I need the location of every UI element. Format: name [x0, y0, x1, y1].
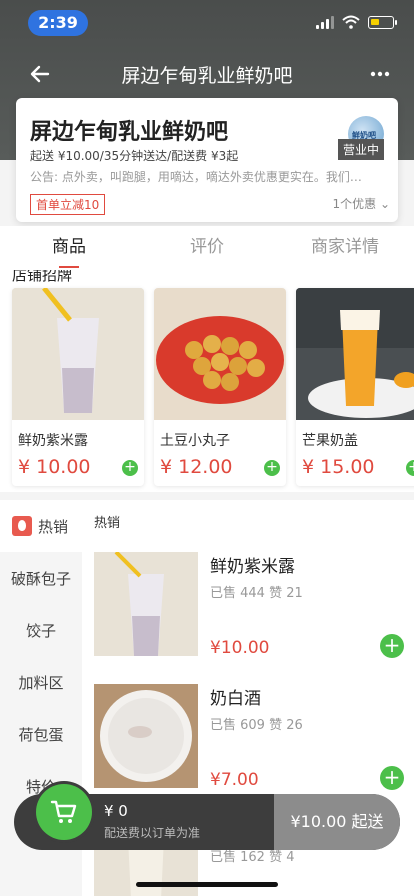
cart-button[interactable]: [36, 784, 92, 840]
signature-item-name: 鲜奶紫米露: [18, 433, 88, 449]
signal-icon: [316, 15, 334, 29]
menu-item-name: 鲜奶紫米露: [210, 557, 295, 577]
coupon-tag: 首单立减10: [30, 194, 106, 215]
dish-image-purple-rice-milk: [94, 552, 198, 656]
category-hot[interactable]: 热销: [0, 500, 82, 552]
open-status-badge: 营业中: [337, 139, 384, 160]
menu-section-label: 热销: [94, 516, 121, 531]
store-notice: 公告: 点外卖，叫跑腿，用嘀达，嘀达外卖优惠更实在。我们的...: [30, 170, 370, 184]
tab-reviews[interactable]: 评价: [138, 226, 276, 270]
signature-item-name: 芒果奶盖: [302, 433, 358, 449]
add-icon[interactable]: +: [406, 460, 414, 476]
fire-icon: [12, 516, 32, 536]
tab-products[interactable]: 商品: [0, 226, 138, 270]
delivery-info: 起送 ¥10.00/35分钟送达/配送费 ¥3起: [30, 149, 239, 163]
signature-list: 鲜奶紫米露 ¥ 10.00 + 土豆小丸子 ¥ 12.00 + 芒果奶盖 ¥ 1…: [12, 288, 414, 486]
checkout-button[interactable]: ¥10.00 起送: [274, 794, 400, 850]
category-item[interactable]: 荷包蛋: [0, 708, 82, 760]
menu-item-price: ¥10.00: [210, 638, 270, 658]
dish-image-mango-cheese-tea: [296, 288, 414, 420]
battery-icon: [368, 15, 397, 29]
cart-total: ¥ 0: [104, 802, 128, 820]
menu-item[interactable]: 奶白酒 已售 609 赞 26 ¥7.00 +: [94, 684, 404, 808]
add-icon[interactable]: +: [380, 634, 404, 658]
wifi-icon: [342, 15, 360, 29]
signature-item-price: ¥ 15.00: [302, 456, 375, 478]
menu-item-stats: 已售 609 赞 26: [210, 718, 303, 733]
signature-item-price: ¥ 12.00: [160, 456, 233, 478]
menu-item-price: ¥7.00: [210, 770, 259, 790]
status-time: 2:39: [28, 10, 88, 36]
dish-image-potato-balls: [154, 288, 286, 420]
category-item[interactable]: 饺子: [0, 604, 82, 656]
signature-item[interactable]: 土豆小丸子 ¥ 12.00 +: [154, 288, 286, 486]
offers-toggle[interactable]: 1个优惠 ⌄: [332, 195, 390, 212]
page-title: 屏边乍甸乳业鲜奶吧: [121, 64, 293, 87]
menu-item[interactable]: 鲜奶紫米露 已售 444 赞 21 ¥10.00 +: [94, 552, 404, 676]
category-item[interactable]: 破酥包子: [0, 552, 82, 604]
signature-item[interactable]: 鲜奶紫米露 ¥ 10.00 +: [12, 288, 144, 486]
back-arrow-icon[interactable]: [28, 62, 52, 86]
menu-item-name: 奶白酒: [210, 689, 261, 709]
signature-item-name: 土豆小丸子: [160, 433, 230, 449]
signature-item-price: ¥ 10.00: [18, 456, 91, 478]
tab-store-details[interactable]: 商家详情: [276, 226, 414, 270]
store-name: 屏边乍甸乳业鲜奶吧: [30, 120, 229, 145]
status-icons: [316, 15, 397, 29]
dish-image-purple-rice-milk: [12, 288, 144, 420]
add-icon[interactable]: +: [122, 460, 138, 476]
nav-bar: 屏边乍甸乳业鲜奶吧: [0, 52, 414, 96]
dish-image-rice-wine: [94, 684, 198, 788]
store-tabs: 商品 评价 商家详情: [0, 226, 414, 270]
add-icon[interactable]: +: [264, 460, 280, 476]
store-info-card[interactable]: 屏边乍甸乳业鲜奶吧 起送 ¥10.00/35分钟送达/配送费 ¥3起 公告: 点…: [16, 98, 398, 222]
add-icon[interactable]: +: [380, 766, 404, 790]
more-icon[interactable]: [368, 62, 392, 86]
chevron-down-icon: ⌄: [376, 197, 390, 211]
signature-section: 店铺招牌 鲜奶紫米露 ¥ 10.00 + 土豆小丸子 ¥ 12.00 + 芒果奶…: [0, 270, 414, 492]
menu-item-stats: 已售 444 赞 21: [210, 586, 303, 601]
shopping-cart-icon: [50, 800, 77, 823]
signature-title: 店铺招牌: [12, 270, 73, 284]
home-indicator: [136, 882, 278, 887]
signature-item[interactable]: 芒果奶盖 ¥ 15.00 +: [296, 288, 414, 486]
cart-delivery-note: 配送费以订单为准: [104, 826, 201, 840]
category-item[interactable]: 加料区: [0, 656, 82, 708]
